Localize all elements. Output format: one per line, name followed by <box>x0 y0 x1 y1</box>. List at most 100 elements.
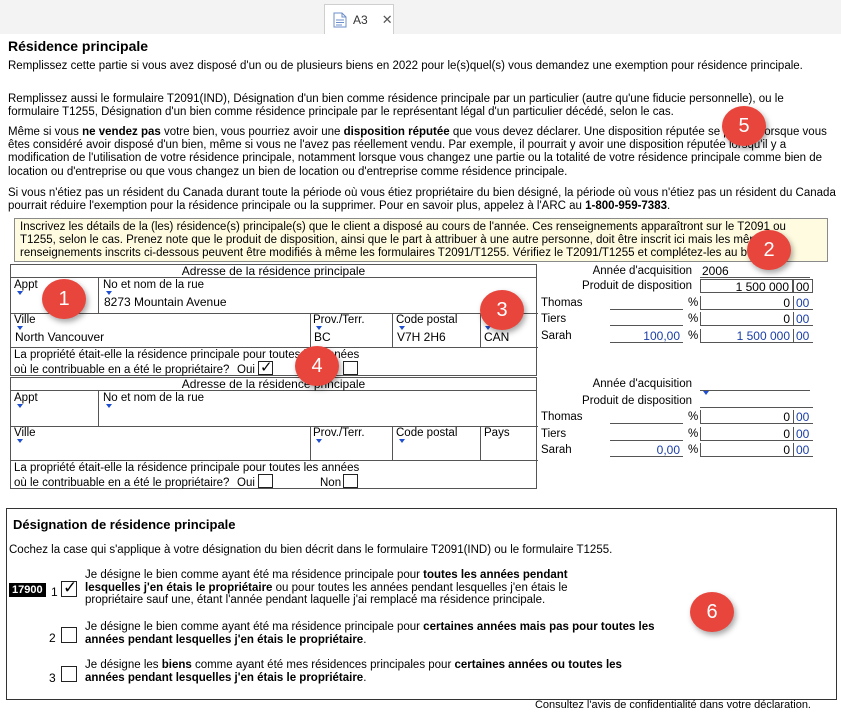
pct-input-sarah-1[interactable]: 100,00 <box>610 329 683 343</box>
principal-question-line2: où le contribuable en a été le propriéta… <box>14 477 230 489</box>
cents-tiers-2: 00 <box>793 427 813 441</box>
intro-paragraph-2: Remplissez aussi le formulaire T2091(IND… <box>8 93 784 119</box>
callout-badge-4: 4 <box>295 346 339 386</box>
intro-paragraph-4: Si vous n'étiez pas un résident du Canad… <box>8 187 836 213</box>
principal-question-line1: La propriété était-elle la résidence pri… <box>14 462 360 474</box>
cents-sarah-1: 00 <box>793 329 813 343</box>
proceeds-label-1: Produit de disposition <box>582 280 692 292</box>
no-checkbox-1[interactable] <box>343 361 358 375</box>
dropdown-icon <box>17 404 23 408</box>
page-title: Résidence principale <box>8 38 149 54</box>
street-label: No et nom de la rue <box>103 279 205 291</box>
row-name-tiers-1: Tiers <box>541 313 567 325</box>
address-header-2: Adresse de la résidence principale <box>11 378 536 391</box>
tab-strip: A3 ✕ <box>0 0 841 34</box>
principal-question-line2: où le contribuable en a été le propriéta… <box>14 364 230 376</box>
row-name-thomas-2: Thomas <box>541 411 583 423</box>
proceeds-label-2: Produit de disposition <box>582 395 692 407</box>
proceeds-cents-1[interactable]: 00 <box>793 279 813 294</box>
dropdown-icon <box>399 439 405 443</box>
designation-intro: Cochez la case qui s'applique à votre dé… <box>9 544 613 556</box>
postal-input-1[interactable]: V7H 2H6 <box>397 331 446 344</box>
country-input-1[interactable]: CAN <box>484 331 509 344</box>
pct-input-thomas-2[interactable] <box>610 410 683 424</box>
appt-label: Appt <box>14 279 38 291</box>
prov-label: Prov./Terr. <box>313 427 365 439</box>
pct-input-tiers-1[interactable] <box>610 312 683 326</box>
option-3-number: 3 <box>49 671 56 685</box>
row-name-thomas-1: Thomas <box>541 297 583 309</box>
tab-a3[interactable]: A3 ✕ <box>324 4 394 34</box>
amount-sarah-2: 0 <box>700 443 793 457</box>
option-3-text: Je désigne les biens comme ayant été mes… <box>85 659 622 684</box>
callout-badge-5: 5 <box>722 106 766 146</box>
form-pane: Résidence principale Remplissez cette pa… <box>0 34 841 717</box>
option-2-text: Je désigne le bien comme ayant été ma ré… <box>85 621 655 646</box>
line-code-badge: 17900 <box>9 583 46 597</box>
callout-badge-6: 6 <box>690 592 734 632</box>
proceeds-input-1[interactable]: 1 500 000 <box>700 279 793 294</box>
pct-sign: % <box>688 411 699 423</box>
yes-label: Oui <box>237 364 255 376</box>
row-name-sarah-2: Sarah <box>541 444 572 456</box>
acq-year-label-1: Année d'acquisition <box>592 265 692 277</box>
city-label: Ville <box>14 427 36 439</box>
option-3-checkbox[interactable] <box>61 666 77 682</box>
yes-label: Oui <box>237 477 255 489</box>
city-input-1[interactable]: North Vancouver <box>15 331 305 344</box>
pct-sign: % <box>688 428 699 440</box>
intro-paragraph-3: Même si vous ne vendez pas votre bien, v… <box>8 126 827 178</box>
option-1-text: Je désigne le bien comme ayant été ma ré… <box>85 569 568 606</box>
amount-sarah-1: 1 500 000 <box>700 329 793 343</box>
pct-sign: % <box>688 313 699 325</box>
no-checkbox-2[interactable] <box>343 474 358 488</box>
callout-badge-1: 1 <box>42 279 86 319</box>
country-label: Pays <box>484 427 510 439</box>
dropdown-icon <box>17 291 23 295</box>
prov-label: Prov./Terr. <box>313 314 365 326</box>
appt-label: Appt <box>14 392 38 404</box>
dropdown-icon <box>316 439 322 443</box>
row-name-tiers-2: Tiers <box>541 428 567 440</box>
acq-year-input-2[interactable] <box>700 377 810 391</box>
pct-input-tiers-2[interactable] <box>610 427 683 441</box>
amount-thomas-1: 0 <box>700 296 793 310</box>
tab-label: A3 <box>353 12 368 27</box>
option-2-checkbox[interactable] <box>61 627 77 643</box>
intro-paragraph-1: Remplissez cette partie si vous avez dis… <box>8 60 803 72</box>
yes-checkbox-2[interactable] <box>258 474 273 488</box>
option-1-number: 1 <box>51 585 58 599</box>
pct-input-thomas-1[interactable] <box>610 296 683 310</box>
amount-tiers-2: 0 <box>700 427 793 441</box>
amount-thomas-2: 0 <box>700 410 793 424</box>
postal-label: Code postal <box>396 314 458 326</box>
cents-tiers-1: 00 <box>793 312 813 326</box>
pct-input-sarah-2[interactable]: 0,00 <box>610 443 683 457</box>
instructions-note: Inscrivez les détails de la (les) réside… <box>14 218 828 262</box>
pct-sign: % <box>688 297 699 309</box>
option-1-checkbox[interactable]: ✓ <box>61 579 77 597</box>
yes-checkbox-1[interactable]: ✓ <box>258 360 273 375</box>
cents-thomas-2: 00 <box>793 410 813 424</box>
row-name-sarah-1: Sarah <box>541 330 572 342</box>
callout-badge-2: 2 <box>747 230 791 270</box>
street-input-1[interactable]: 8273 Mountain Avenue <box>104 296 524 309</box>
pct-sign: % <box>688 330 699 342</box>
dropdown-icon <box>106 404 112 408</box>
pct-sign: % <box>688 444 699 456</box>
cents-thomas-1: 00 <box>793 296 813 310</box>
city-label: Ville <box>14 314 36 326</box>
no-label: Non <box>320 477 342 489</box>
cents-sarah-2: 00 <box>793 443 813 457</box>
option-2-number: 2 <box>49 631 56 645</box>
proceeds-input-2[interactable] <box>700 394 813 408</box>
prov-input-1[interactable]: BC <box>314 331 331 344</box>
address-block-2: Adresse de la résidence principale Appt … <box>10 377 538 489</box>
callout-badge-3: 3 <box>480 290 524 330</box>
amount-tiers-1: 0 <box>700 312 793 326</box>
acq-year-label-2: Année d'acquisition <box>592 378 692 390</box>
designation-title: Désignation de résidence principale <box>13 517 236 532</box>
close-icon[interactable]: ✕ <box>382 12 393 28</box>
address-block-1: Adresse de la résidence principale Appt … <box>10 264 538 376</box>
dropdown-icon <box>17 439 23 443</box>
